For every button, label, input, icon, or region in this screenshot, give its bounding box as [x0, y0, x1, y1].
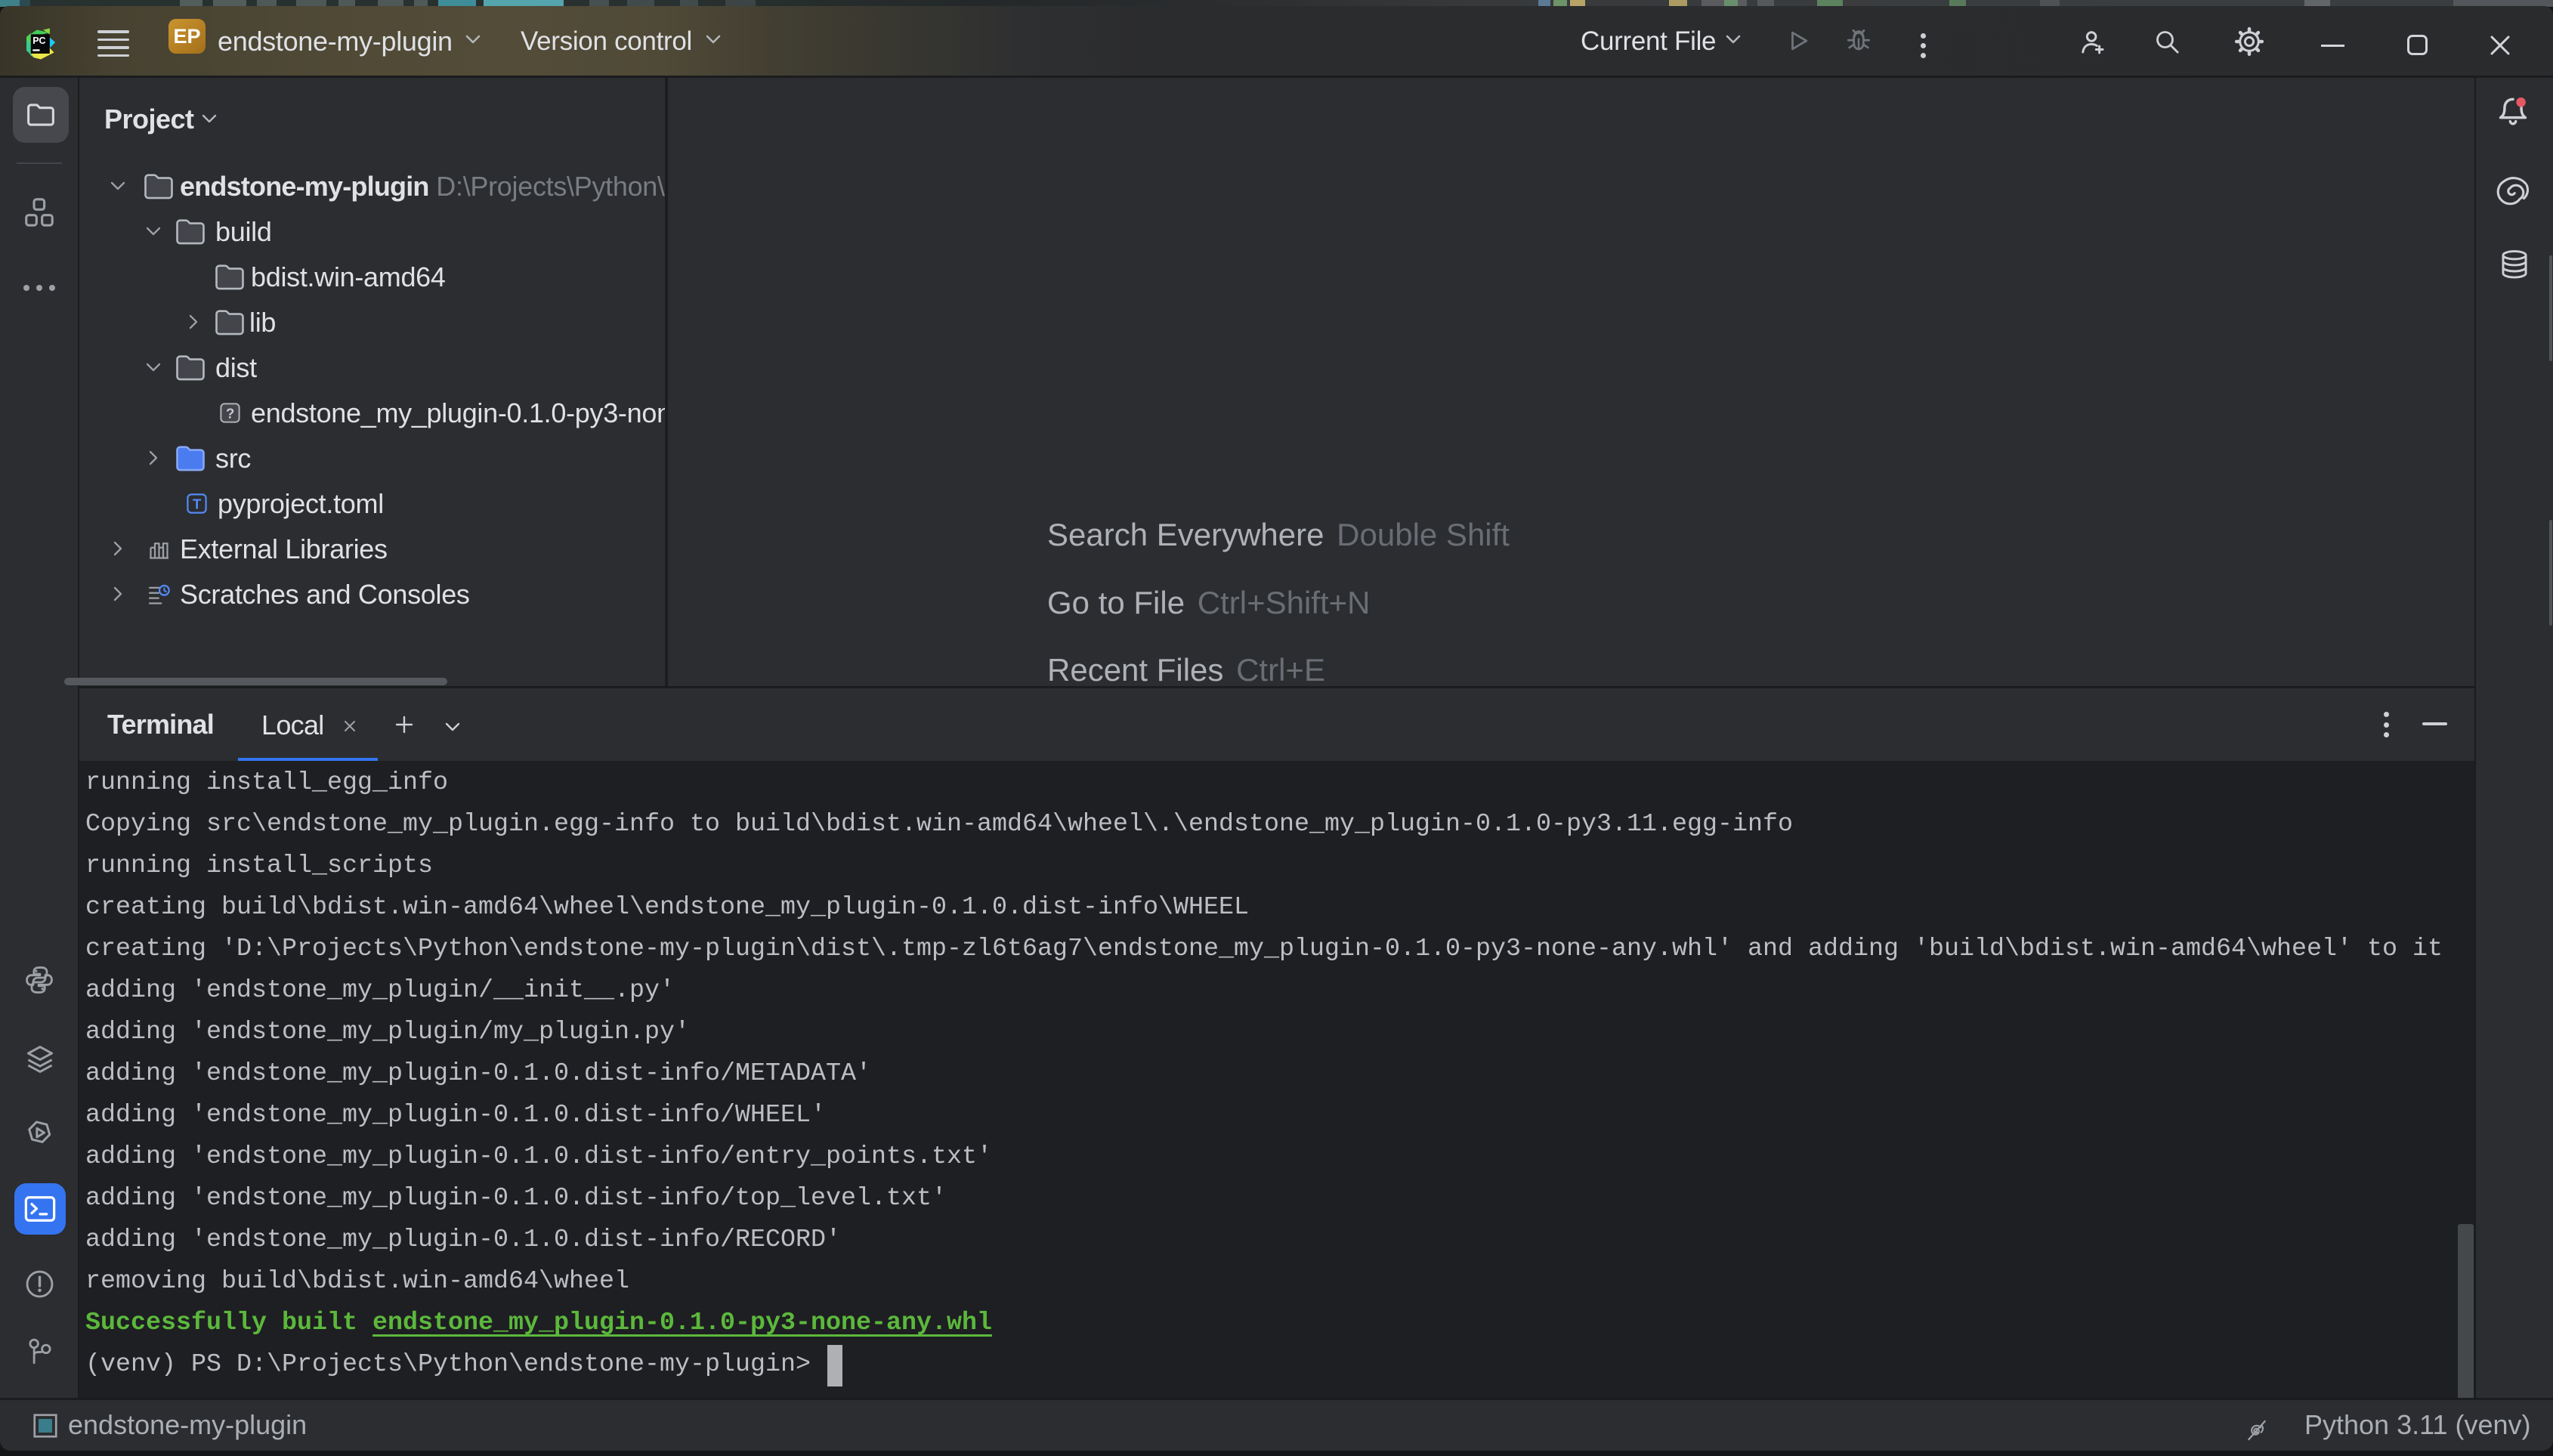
svg-text:?: ?: [226, 405, 234, 421]
svg-text:PC: PC: [32, 36, 45, 46]
svg-text:T: T: [193, 496, 202, 512]
